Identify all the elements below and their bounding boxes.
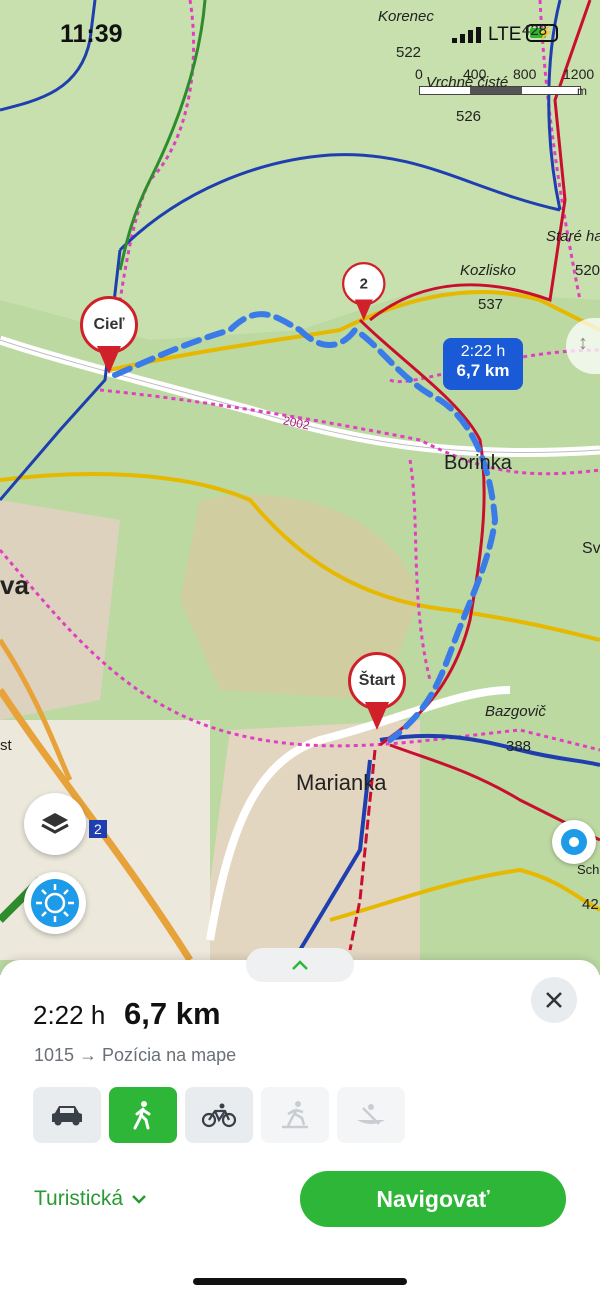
elev-stare: 520 [575, 262, 600, 279]
route-profile-dropdown[interactable]: Turistická [34, 1187, 147, 1211]
route-endpoints: 1015 → Pozícia na mape [34, 1045, 237, 1065]
route-duration: 2:22 h [33, 1000, 106, 1030]
home-indicator [193, 1278, 407, 1285]
canoe-icon [357, 1104, 385, 1125]
place-va: va [0, 570, 29, 600]
status-time: 11:39 [60, 20, 123, 48]
expand-arrows-icon: ↕ [578, 332, 588, 354]
waypoint-pin[interactable]: 2 [342, 262, 390, 330]
status-bar: 11:39 LTE ⚡ [0, 0, 600, 70]
start-pin[interactable]: Štart [348, 652, 412, 742]
place-stare-hory: Staré ha [546, 228, 600, 245]
compass-icon [31, 879, 79, 927]
tag-duration: 2:22 h [460, 343, 506, 360]
route-info-tag[interactable]: 2:22 h 6,7 km [443, 338, 523, 390]
walk-icon [133, 1101, 151, 1130]
chevron-down-icon [132, 1195, 146, 1204]
close-button[interactable] [531, 977, 577, 1023]
elev-kozlisko: 537 [478, 296, 504, 313]
place-sch: Sch [577, 862, 600, 877]
network-type: LTE [488, 24, 522, 45]
car-icon [52, 1106, 82, 1126]
mode-walk-button[interactable] [109, 1087, 177, 1143]
tag-distance: 6,7 km [456, 361, 510, 380]
ski-icon [282, 1101, 308, 1129]
layers-button[interactable] [24, 793, 86, 855]
elev-vrchne: 526 [456, 108, 482, 125]
place-vrchne-ciste: Vrchné čisté [426, 74, 509, 91]
place-kozlisko: Kozlisko [460, 262, 516, 279]
signal-icon [452, 27, 481, 43]
place-bazgovic: Bazgovič [485, 703, 546, 720]
close-icon [546, 992, 562, 1008]
navigate-button[interactable]: Navigovať [300, 1171, 566, 1227]
destination-pin[interactable]: Cieľ [80, 296, 144, 386]
mode-bike-button[interactable] [185, 1087, 253, 1143]
mode-ski-button [261, 1087, 329, 1143]
place-marianka: Marianka [296, 770, 387, 795]
elev-bazgovic: 388 [506, 738, 532, 755]
scale-label-1200: 1200 [563, 66, 595, 82]
road-badge-2: 2 [89, 820, 107, 838]
layers-icon [41, 813, 69, 834]
bike-icon [201, 1103, 237, 1128]
scale-unit: m [577, 84, 587, 98]
mode-canoe-button [337, 1087, 405, 1143]
chevron-up-icon [292, 960, 308, 970]
elev-sch: 42 [582, 896, 599, 913]
place-korenec: Korenec [378, 8, 434, 25]
map-view[interactable]: 11:39 LTE ⚡ 0 400 800 1200 m Korenec 522… [0, 0, 600, 975]
place-sv: Sv [582, 540, 600, 557]
profile-label: Turistická [34, 1187, 124, 1210]
elev-korenec: 522 [396, 44, 422, 61]
mode-car-button[interactable] [33, 1087, 101, 1143]
route-planner-sheet: 2:22 h 6,7 km 1015 → Pozícia na mape Tur… [0, 948, 600, 1298]
sheet-expand-handle[interactable] [246, 948, 354, 982]
scale-label-0: 0 [415, 66, 423, 82]
route-distance: 6,7 km [124, 996, 221, 1031]
place-borinka: Borinka [444, 452, 512, 474]
compass-button[interactable] [24, 872, 86, 934]
scale-label-800: 800 [513, 66, 537, 82]
current-location-marker [552, 820, 596, 864]
place-st: st [0, 737, 12, 754]
elev-top: 428 [522, 22, 548, 39]
